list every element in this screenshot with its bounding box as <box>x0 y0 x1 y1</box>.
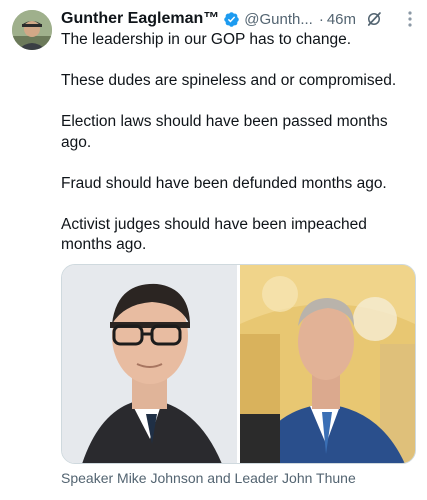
tweet-paragraph: Election laws should have been passed mo… <box>61 113 388 151</box>
more-options-icon[interactable] <box>407 10 413 28</box>
separator-dot: · <box>318 10 324 28</box>
photo-left[interactable] <box>62 265 237 463</box>
tweet-paragraph: Fraud should have been defunded months a… <box>61 174 387 192</box>
tweet-paragraph: Activist judges should have been impeach… <box>61 215 367 254</box>
media-caption: Speaker Mike Johnson and Leader John Thu… <box>61 470 356 486</box>
media-grid <box>61 264 416 464</box>
grok-icon[interactable] <box>365 10 383 28</box>
author-name[interactable]: Gunther Eagleman™ <box>61 10 219 28</box>
photo-right[interactable] <box>240 265 415 463</box>
tweet[interactable]: Gunther Eagleman™ @Gunth... · 46m The le… <box>0 0 427 500</box>
avatar[interactable] <box>12 10 52 50</box>
tweet-text: The leadership in our GOP has to change.… <box>61 30 419 256</box>
tweet-paragraph: The leadership in our GOP has to change. <box>61 31 352 48</box>
tweet-header: Gunther Eagleman™ @Gunth... · 46m <box>61 8 419 30</box>
author-handle[interactable]: @Gunth... <box>244 11 313 28</box>
tweet-paragraph: These dudes are spineless and or comprom… <box>61 72 397 89</box>
verified-badge-icon[interactable] <box>223 11 240 28</box>
timestamp[interactable]: 46m <box>327 11 356 28</box>
